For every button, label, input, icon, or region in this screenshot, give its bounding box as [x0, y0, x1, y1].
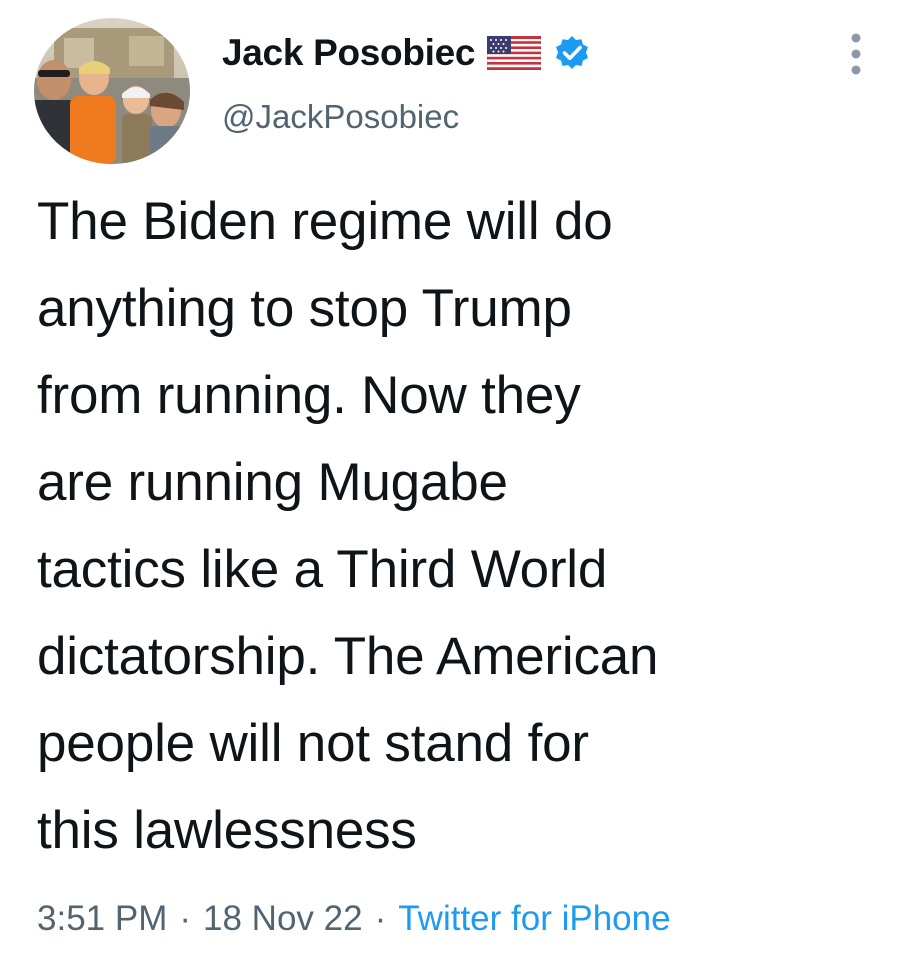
tweet-meta: 3:51 PM · 18 Nov 22 · Twitter for iPhone [37, 894, 671, 944]
avatar[interactable] [34, 18, 190, 164]
display-name[interactable]: Jack Posobiec [222, 32, 475, 74]
author-name-row: Jack Posobiec [222, 28, 591, 78]
tweet-date[interactable]: 18 Nov 22 [203, 899, 363, 939]
avatar-photo-icon [34, 18, 190, 164]
tweet-text: The Biden regime will do anything to sto… [37, 192, 659, 860]
tweet-source-link[interactable]: Twitter for iPhone [398, 899, 670, 939]
us-flag-icon [486, 35, 542, 71]
verified-badge-icon [553, 34, 591, 72]
meta-separator: · [179, 899, 192, 938]
tweet-card: Jack Posobiec @JackPosobiec The Biden re… [0, 0, 917, 960]
tweet-time[interactable]: 3:51 PM [37, 899, 167, 939]
author-handle[interactable]: @JackPosobiec [222, 98, 459, 136]
meta-separator: · [374, 899, 387, 938]
more-options-icon[interactable] [846, 30, 866, 78]
